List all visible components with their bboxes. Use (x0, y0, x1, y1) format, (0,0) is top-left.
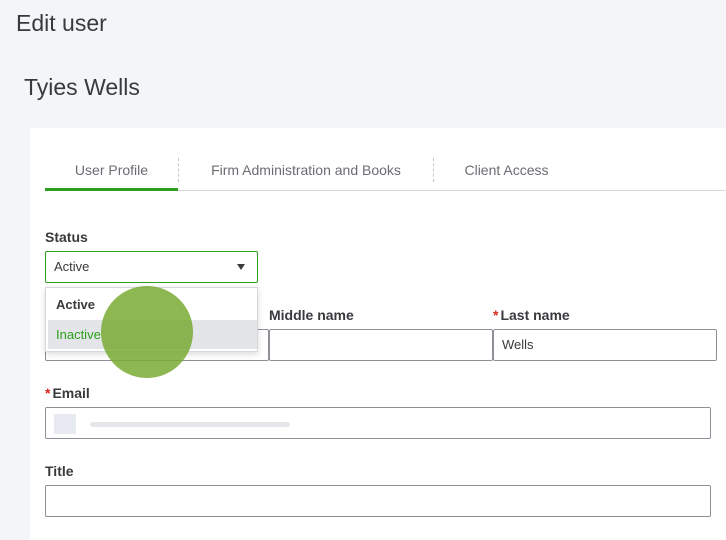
tab-firm-administration-and-books[interactable]: Firm Administration and Books (179, 152, 433, 191)
status-option-inactive[interactable]: Inactive (48, 320, 257, 349)
tab-bar: User Profile Firm Administration and Boo… (45, 152, 726, 191)
title-field[interactable] (45, 485, 711, 517)
status-dropdown-menu: Active Inactive (45, 287, 258, 352)
caret-down-icon (237, 264, 245, 270)
email-text-redacted (90, 422, 290, 427)
tab-client-access[interactable]: Client Access (434, 152, 579, 191)
last-name-label-text: Last name (500, 307, 570, 323)
email-label: * Email (45, 385, 90, 401)
required-mark: * (493, 307, 499, 323)
status-select-value: Active (54, 259, 90, 274)
status-select[interactable]: Active (45, 251, 258, 283)
last-name-label: * Last name (493, 307, 570, 323)
middle-name-label: Middle name (269, 307, 354, 323)
page-title: Edit user (16, 10, 107, 36)
last-name-field[interactable]: Wells (493, 329, 717, 361)
email-label-text: Email (52, 385, 90, 401)
status-option-active[interactable]: Active (48, 290, 257, 319)
status-label: Status (45, 229, 88, 245)
email-field[interactable] (45, 407, 711, 439)
last-name-value: Wells (502, 337, 534, 352)
email-value-redacted (54, 414, 294, 434)
middle-name-field[interactable] (269, 329, 493, 361)
tab-user-profile[interactable]: User Profile (45, 152, 178, 191)
required-mark: * (45, 385, 51, 401)
edit-user-card: User Profile Firm Administration and Boo… (30, 128, 726, 540)
title-label: Title (45, 463, 74, 479)
email-avatar-placeholder (54, 414, 76, 434)
user-name-heading: Tyies Wells (24, 74, 140, 100)
